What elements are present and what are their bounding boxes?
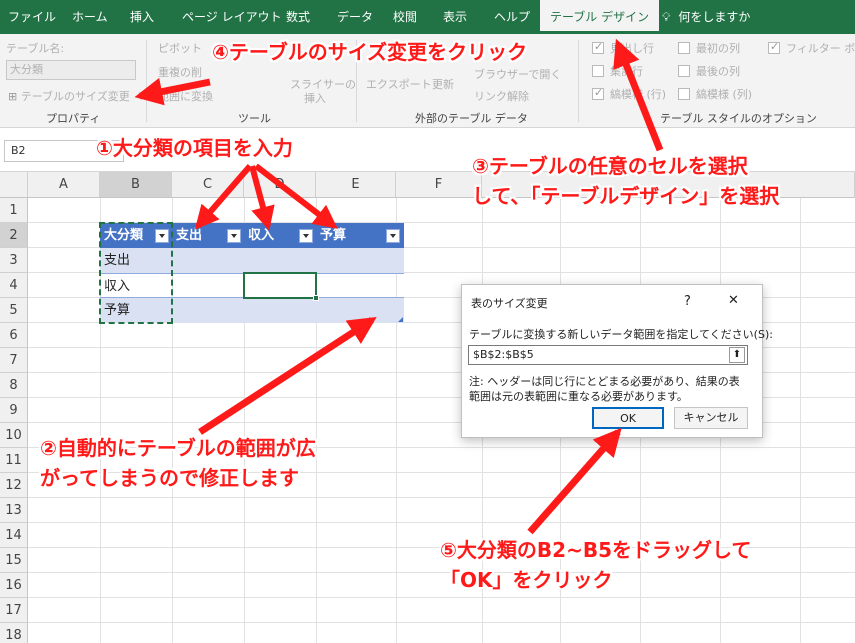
arrow-step4 (134, 77, 211, 106)
arrow-step3 (613, 38, 664, 152)
annotation-step5-line1: ⑤大分類のB2~B5をドラッグして (440, 538, 752, 562)
annotation-step1: ①大分類の項目を入力 (96, 136, 293, 160)
annotation-step2-line2: がってしまうので修正します (40, 466, 299, 490)
arrow-step1-support (194, 164, 253, 230)
annotation-step4: ④テーブルのサイズ変更をクリック (212, 40, 528, 64)
annotation-step5-line2: 「OK」をクリック (440, 568, 613, 592)
annotation-step2-line1: ②自動的にテーブルの範囲が広 (40, 436, 316, 460)
annotation-step3-line1: ③テーブルの任意のセルを選択 (472, 154, 748, 178)
annotation-step3-line2: して、「テーブルデザイン」を選択 (472, 184, 780, 208)
arrow-step5 (527, 427, 622, 535)
arrow-step2 (198, 316, 377, 435)
